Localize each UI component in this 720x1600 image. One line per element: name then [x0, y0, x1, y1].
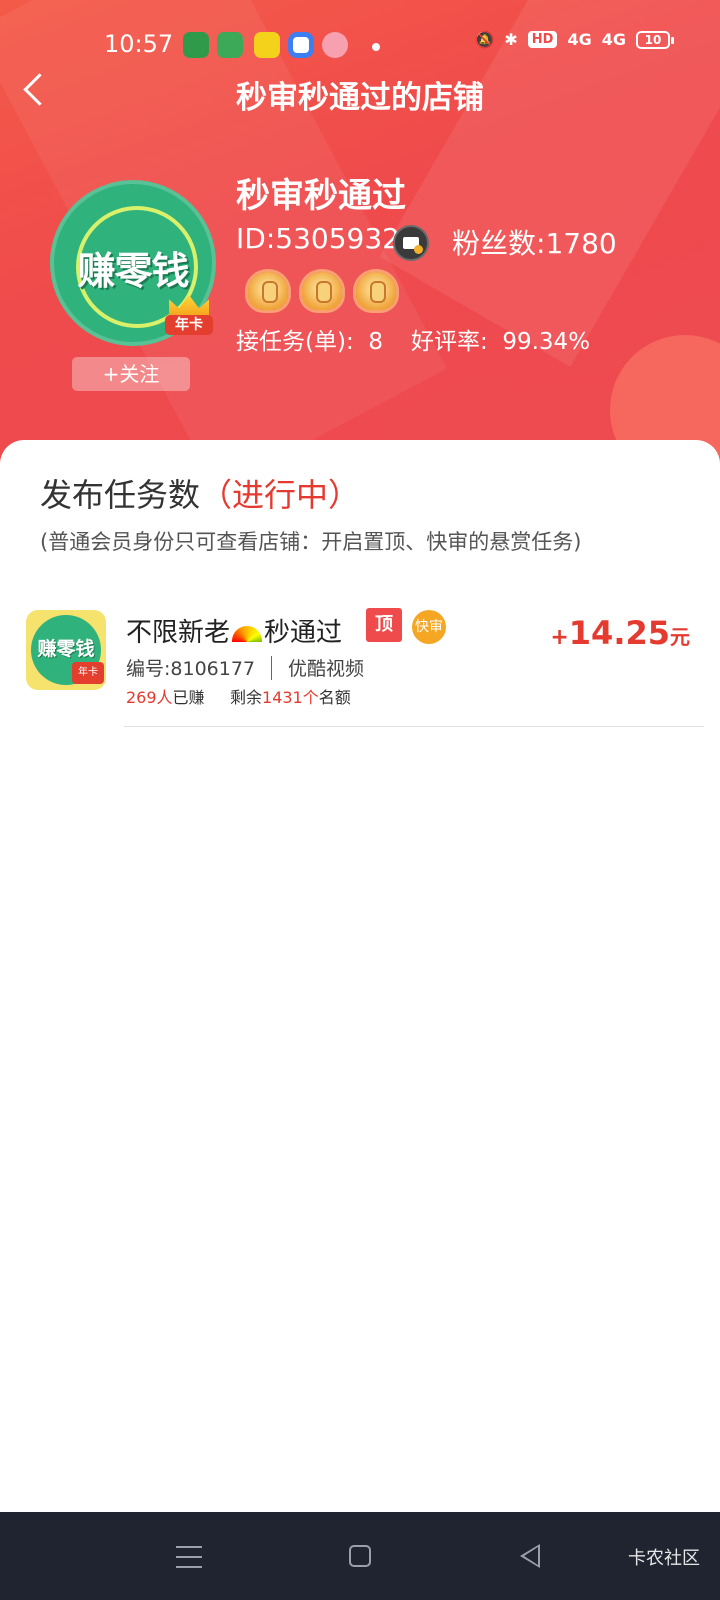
- signal-icon: 4G: [567, 30, 592, 49]
- fans-label: 粉丝数:: [452, 227, 546, 260]
- bluetooth-icon: ✱: [504, 30, 518, 49]
- status-bar: 10:57 🔕 ✱ HD 4G 4G 10: [0, 26, 720, 66]
- earned-count: 269人: [126, 688, 173, 707]
- list-divider: [124, 726, 704, 727]
- shop-stats: 接任务(单): 8 好评率: 99.34%: [236, 322, 590, 356]
- remaining-count: 1431个: [262, 688, 319, 707]
- vip-crown-icon: 年卡: [165, 295, 213, 339]
- rating-value: 99.34%: [502, 329, 591, 355]
- notification-browser-icon: [288, 32, 314, 58]
- status-time: 10:57: [104, 30, 174, 58]
- tasks-taken: 接任务(单): 8: [236, 322, 383, 356]
- fans-value: 1780: [545, 227, 617, 260]
- task-title-part2: 秒通过: [264, 618, 343, 648]
- shop-header: 10:57 🔕 ✱ HD 4G 4G 10 秒审秒通过的店铺 赚零钱 年卡 +关…: [0, 0, 720, 470]
- recent-apps-icon[interactable]: [176, 1546, 202, 1568]
- tasks-taken-label: 接任务(单):: [236, 329, 354, 355]
- task-thumbnail-badge: 年卡: [72, 662, 104, 684]
- reward-sign: +: [550, 625, 569, 650]
- watermark: 卡农社区: [628, 1548, 700, 1569]
- section-status: （进行中）: [200, 476, 361, 514]
- fans-count: 粉丝数:1780: [452, 222, 617, 262]
- meta-divider: [271, 655, 273, 680]
- rating: 好评率: 99.34%: [411, 322, 590, 356]
- shop-id: ID:5305932: [236, 222, 400, 255]
- section-note: (普通会员身份只可查看店铺：开启置顶、快审的悬赏任务): [40, 530, 582, 554]
- earned-label: 已赚: [172, 688, 205, 707]
- hd-voice-icon: HD: [527, 31, 558, 48]
- task-meta: 编号:8106177 优酷视频: [126, 654, 364, 681]
- page-title: 秒审秒通过的店铺: [236, 80, 484, 116]
- signal-icon: 4G: [601, 30, 626, 49]
- section-title: 发布任务数（进行中）: [40, 470, 360, 516]
- task-reward: +14.25元: [550, 614, 690, 652]
- avatar-logo-text: 赚零钱: [77, 249, 189, 293]
- tasks-taken-value: 8: [368, 329, 383, 355]
- more-notifications-icon: [372, 43, 380, 51]
- task-thumbnail-text: 赚零钱: [37, 638, 95, 660]
- mute-icon: 🔕: [474, 30, 495, 49]
- status-indicators: 🔕 ✱ HD 4G 4G 10: [474, 30, 674, 49]
- section-title-text: 发布任务数: [40, 476, 201, 514]
- quota-label: 名额: [318, 688, 351, 707]
- verified-id-icon[interactable]: [393, 225, 429, 261]
- notification-app-icon: [183, 32, 209, 58]
- follow-button[interactable]: +关注: [72, 357, 190, 391]
- system-back-icon[interactable]: [520, 1544, 540, 1568]
- task-thumbnail: 赚零钱 年卡: [26, 610, 106, 690]
- task-list-item[interactable]: 赚零钱 年卡 不限新老 秒通过 顶 快审 编号:8106177 优酷视频 269人…: [24, 608, 704, 728]
- pinned-badge: 顶: [366, 608, 402, 642]
- rainbow-icon: [232, 625, 263, 642]
- crown-top: [169, 295, 209, 317]
- task-list-card: 发布任务数（进行中） (普通会员身份只可查看店铺：开启置顶、快审的悬赏任务) 赚…: [0, 440, 720, 1512]
- task-platform: 优酷视频: [288, 658, 365, 680]
- level-crown-icon: [356, 272, 396, 310]
- fast-review-badge: 快审: [412, 610, 446, 644]
- remaining-label: 剩余: [230, 688, 263, 707]
- level-crown-icon: [248, 272, 288, 310]
- level-crowns: [248, 272, 396, 310]
- task-title-part1: 不限新老: [126, 618, 231, 648]
- vip-badge-label: 年卡: [165, 315, 213, 335]
- notification-message-icon: [217, 32, 243, 58]
- task-title: 不限新老 秒通过: [126, 612, 342, 649]
- shop-name: 秒审秒通过: [236, 176, 406, 216]
- rating-label: 好评率:: [410, 329, 488, 355]
- reward-unit: 元: [670, 625, 690, 649]
- notification-app-icon: [322, 32, 348, 58]
- task-stats: 269人已赚 剩余1431个名额: [126, 684, 351, 708]
- system-navigation-bar: 卡农社区: [0, 1512, 720, 1600]
- home-icon[interactable]: [349, 1545, 371, 1567]
- notification-app-icon: [254, 32, 280, 58]
- battery-icon: 10: [636, 30, 674, 49]
- level-crown-icon: [302, 272, 342, 310]
- reward-amount: 14.25: [568, 614, 670, 652]
- task-number: 编号:8106177: [126, 658, 256, 680]
